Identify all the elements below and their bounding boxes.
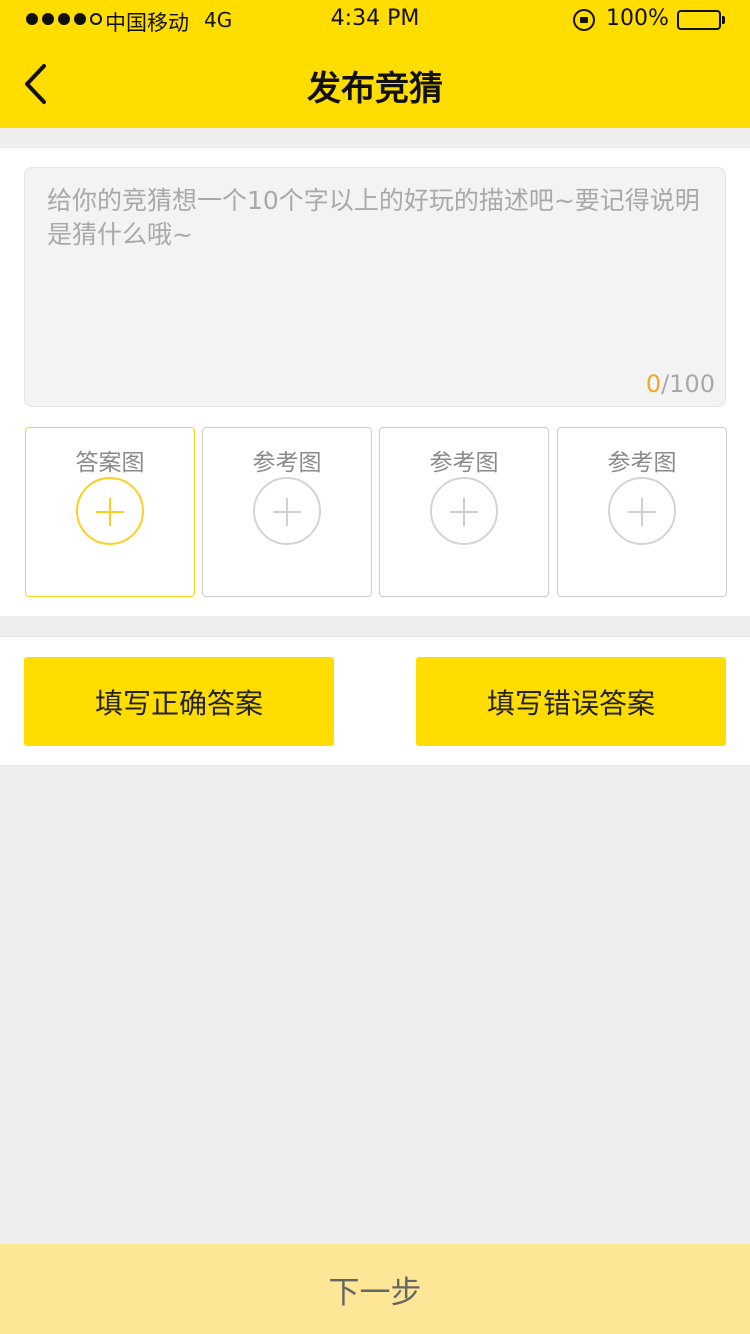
slot-label: 参考图	[607, 450, 677, 476]
image-slots: 答案图 参考图 参考图 参考图	[0, 427, 750, 597]
char-count: 0	[645, 370, 662, 398]
description-input[interactable]	[47, 184, 711, 364]
reference-image-slot-3[interactable]: 参考图	[557, 427, 727, 597]
char-max: /100	[661, 370, 715, 398]
compose-section: 0/100 答案图 参考图 参考图 参考图	[0, 148, 750, 616]
reference-image-slot-1[interactable]: 参考图	[202, 427, 372, 597]
rotation-lock-icon	[573, 9, 595, 31]
answers-section: 填写正确答案 填写错误答案	[0, 636, 750, 766]
slot-label: 答案图	[75, 450, 145, 476]
description-box: 0/100	[24, 167, 726, 407]
add-circle-icon	[76, 477, 144, 545]
char-counter: 0/100	[646, 370, 715, 398]
battery-percent: 100%	[606, 6, 669, 31]
add-circle-icon	[430, 477, 498, 545]
battery-icon	[677, 10, 721, 30]
reference-image-slot-2[interactable]: 参考图	[379, 427, 549, 597]
fill-wrong-answer-button[interactable]: 填写错误答案	[416, 657, 726, 746]
page-title: 发布竞猜	[307, 69, 443, 109]
add-circle-icon	[608, 477, 676, 545]
answer-image-slot[interactable]: 答案图	[25, 427, 195, 597]
slot-label: 参考图	[252, 450, 322, 476]
fill-correct-answer-button[interactable]: 填写正确答案	[24, 657, 334, 746]
battery-tip	[722, 16, 725, 24]
next-step-button[interactable]: 下一步	[0, 1244, 750, 1334]
header: 中国移动 4G 4:34 PM 100% 发布竞猜	[0, 0, 750, 128]
status-bar: 中国移动 4G 4:34 PM 100%	[0, 0, 750, 40]
slot-label: 参考图	[429, 450, 499, 476]
add-circle-icon	[253, 477, 321, 545]
